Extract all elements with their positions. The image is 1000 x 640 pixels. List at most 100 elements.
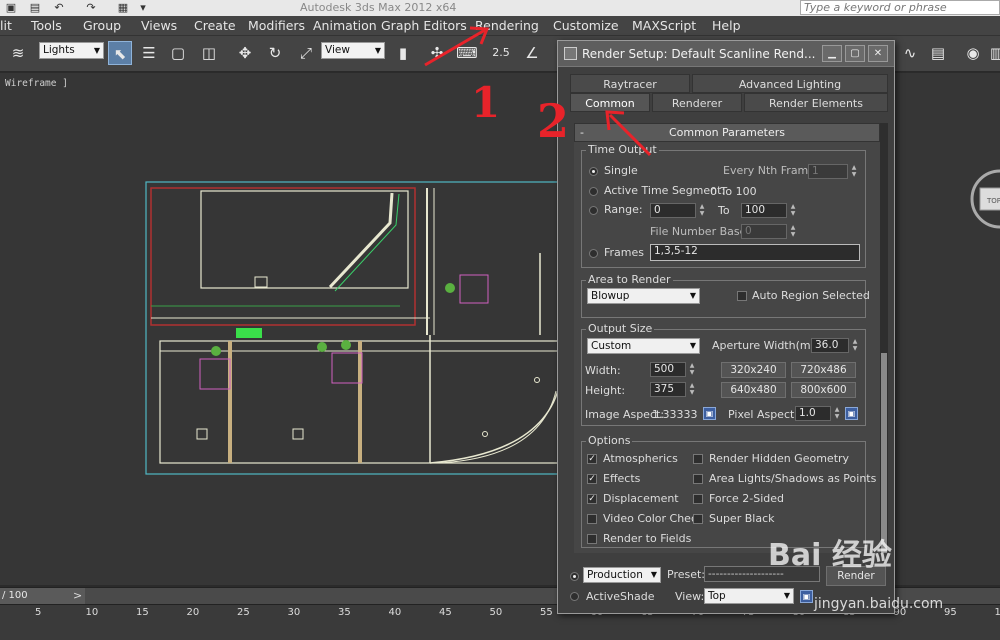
tab-render-elements[interactable]: Render Elements — [744, 93, 888, 112]
every-nth-spinner[interactable]: ▲ ▼ — [850, 164, 858, 179]
atmospherics-checkbox[interactable]: ✓ — [587, 454, 597, 464]
rollout-toggle[interactable]: - — [580, 124, 584, 141]
auto-region-checkbox[interactable] — [737, 291, 747, 301]
select-manipulate-icon[interactable]: ✣ — [425, 41, 449, 65]
video-color-checkbox[interactable] — [587, 514, 597, 524]
snap-toggle[interactable]: 2.5 — [489, 41, 513, 65]
rect-selection-icon[interactable]: ▢ — [166, 41, 190, 65]
keyboard-shortcut-icon[interactable]: ⌨ — [455, 41, 479, 65]
tab-common[interactable]: Common — [570, 93, 650, 112]
effects-checkbox[interactable]: ✓ — [587, 474, 597, 484]
every-nth-input[interactable]: 1 — [808, 164, 848, 179]
range-to-input[interactable]: 100 — [741, 203, 787, 218]
image-aspect-lock-icon[interactable]: ▣ — [703, 407, 716, 420]
rollout-header[interactable]: - Common Parameters — [574, 123, 880, 142]
displacement-checkbox[interactable]: ✓ — [587, 494, 597, 504]
undo-icon[interactable]: ↶ — [52, 1, 66, 14]
area-lights-checkbox[interactable] — [693, 474, 703, 484]
track-tick-label: 5 — [35, 607, 42, 618]
tab-raytracer[interactable]: Raytracer — [570, 74, 690, 93]
menu-tools[interactable]: Tools — [31, 18, 62, 33]
active-segment-radio[interactable] — [589, 187, 598, 196]
selection-filter-select[interactable]: Lights ▼ — [39, 42, 104, 59]
file-number-base-spinner[interactable]: ▲ ▼ — [789, 224, 797, 239]
viewcube-icon[interactable]: TOP — [962, 168, 1000, 230]
curve-editor-icon[interactable]: ∿ — [898, 41, 922, 65]
single-radio[interactable] — [589, 167, 598, 176]
menu-edit[interactable]: lit — [0, 18, 12, 33]
pixel-aspect-lock-icon[interactable]: ▣ — [845, 407, 858, 420]
material-editor-icon[interactable]: ◉ — [961, 41, 985, 65]
pivot-icon[interactable]: ▮ — [391, 41, 415, 65]
view-select[interactable]: Top ▼ — [704, 588, 794, 604]
pixel-aspect-input[interactable]: 1.0 — [795, 406, 831, 421]
menu-help[interactable]: Help — [712, 18, 741, 33]
project-folder-icon[interactable]: ▦ — [116, 1, 130, 14]
angle-snap-icon[interactable]: ∠ — [520, 41, 544, 65]
aperture-spinner[interactable]: ▲ ▼ — [851, 338, 859, 353]
panel-scrollbar[interactable] — [880, 123, 888, 553]
view-lock-icon[interactable]: ▣ — [800, 590, 813, 603]
open-icon[interactable]: ▤ — [28, 1, 42, 14]
width-input[interactable]: 500 — [650, 362, 686, 377]
menu-create[interactable]: Create — [194, 18, 236, 33]
preset-720x486-button[interactable]: 720x486 — [791, 362, 856, 378]
file-number-base-input[interactable]: 0 — [741, 224, 787, 239]
preset-320x240-button[interactable]: 320x240 — [721, 362, 786, 378]
menu-customize[interactable]: Customize — [553, 18, 619, 33]
menu-group[interactable]: Group — [83, 18, 121, 33]
production-radio[interactable] — [570, 572, 579, 581]
render-fields-checkbox[interactable] — [587, 534, 597, 544]
preset-640x480-button[interactable]: 640x480 — [721, 382, 786, 398]
frames-radio[interactable] — [589, 249, 598, 258]
render-hidden-checkbox[interactable] — [693, 454, 703, 464]
dropdown-arrow-icon[interactable]: ▾ — [136, 1, 150, 14]
menu-graph-editors[interactable]: Graph Editors — [381, 18, 467, 33]
menu-rendering[interactable]: Rendering — [475, 18, 539, 33]
reference-coord-select[interactable]: View ▼ — [321, 42, 385, 59]
force-2sided-label: Force 2-Sided — [709, 492, 784, 505]
height-input[interactable]: 375 — [650, 382, 686, 397]
pixel-aspect-spinner[interactable]: ▲ ▼ — [833, 406, 841, 421]
dialog-titlebar[interactable]: Render Setup: Default Scanline Rend... ▁… — [558, 41, 894, 67]
height-spinner[interactable]: ▲ ▼ — [688, 382, 696, 397]
watermark-brand: Bai 经验 — [768, 538, 892, 573]
production-select[interactable]: Production ▼ — [583, 567, 661, 583]
range-from-spinner[interactable]: ▲ ▼ — [698, 203, 706, 218]
close-button[interactable]: ✕ — [868, 45, 888, 62]
maximize-button[interactable]: ▢ — [845, 45, 865, 62]
area-to-render-select[interactable]: Blowup ▼ — [587, 288, 700, 304]
quick-access-icon[interactable]: ▣ — [4, 1, 18, 14]
super-black-checkbox[interactable] — [693, 514, 703, 524]
range-radio[interactable] — [589, 206, 598, 215]
output-size-preset-select[interactable]: Custom ▼ — [587, 338, 700, 354]
scrollbar-thumb[interactable] — [881, 353, 887, 553]
frames-input[interactable]: 1,3,5-12 — [650, 244, 860, 261]
redo-icon[interactable]: ↷ — [84, 1, 98, 14]
width-spinner[interactable]: ▲ ▼ — [688, 362, 696, 377]
menu-modifiers[interactable]: Modifiers — [248, 18, 305, 33]
tab-renderer[interactable]: Renderer — [652, 93, 742, 112]
link-icon[interactable]: ≋ — [6, 41, 30, 65]
move-icon[interactable]: ✥ — [233, 41, 257, 65]
minimize-button[interactable]: ▁ — [822, 45, 842, 62]
next-frame-arrow[interactable]: > — [73, 589, 82, 602]
force-2sided-checkbox[interactable] — [693, 494, 703, 504]
search-input[interactable]: Type a keyword or phrase — [800, 0, 1000, 15]
select-by-name-icon[interactable]: ☰ — [137, 41, 161, 65]
scale-icon[interactable]: ⤢ — [294, 41, 318, 65]
activeshade-radio[interactable] — [570, 592, 579, 601]
render-setup-icon[interactable]: ▥ — [985, 41, 1000, 65]
schematic-view-icon[interactable]: ▤ — [926, 41, 950, 65]
select-object-icon[interactable]: ⬉ — [108, 41, 132, 65]
menu-views[interactable]: Views — [141, 18, 177, 33]
rotate-icon[interactable]: ↻ — [263, 41, 287, 65]
range-to-spinner[interactable]: ▲ ▼ — [789, 203, 797, 218]
menu-maxscript[interactable]: MAXScript — [632, 18, 696, 33]
range-from-input[interactable]: 0 — [650, 203, 696, 218]
window-crossing-icon[interactable]: ◫ — [197, 41, 221, 65]
aperture-input[interactable]: 36.0 — [811, 338, 849, 353]
tab-advanced-lighting[interactable]: Advanced Lighting — [692, 74, 888, 93]
menu-animation[interactable]: Animation — [313, 18, 377, 33]
preset-800x600-button[interactable]: 800x600 — [791, 382, 856, 398]
